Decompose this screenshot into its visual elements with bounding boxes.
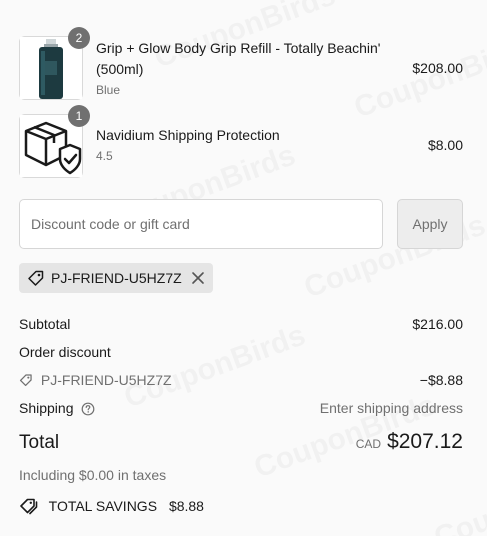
discount-code-row: PJ-FRIEND-U5HZ7Z −$8.88: [19, 372, 463, 388]
total-savings-value: $8.88: [168, 498, 204, 514]
item-name: Navidium Shipping Protection: [96, 127, 280, 143]
item-price: $208.00: [412, 60, 463, 76]
shipping-value: Enter shipping address: [319, 400, 463, 416]
line-item: 1 Navidium Shipping Protection 4.5 $8.00: [19, 105, 463, 178]
item-variant: 4.5: [96, 149, 113, 163]
discount-code-input[interactable]: [19, 199, 383, 249]
discount-amount: −$8.88: [419, 372, 463, 388]
subtotal-row: Subtotal $216.00: [19, 316, 463, 332]
product-thumbnail: 2: [19, 27, 90, 100]
apply-discount-button[interactable]: Apply: [397, 199, 463, 249]
quantity-badge: 1: [68, 105, 90, 127]
tag-icon: [19, 374, 32, 387]
subtotal-value: $216.00: [412, 316, 463, 332]
line-item: 2 Grip + Glow Body Grip Refill - Totally…: [19, 27, 463, 100]
savings-tag-icon: [20, 498, 38, 515]
applied-discount-tag: PJ-FRIEND-U5HZ7Z: [19, 263, 213, 293]
product-thumbnail: 1: [19, 105, 90, 178]
total-savings-row: TOTAL SAVINGS $8.88: [19, 497, 463, 515]
order-discount-label: Order discount: [19, 344, 111, 360]
subtotal-label: Subtotal: [19, 316, 71, 332]
order-discount-row: Order discount: [19, 344, 463, 360]
discount-code-label: PJ-FRIEND-U5HZ7Z: [40, 372, 172, 388]
help-circle-icon[interactable]: [81, 402, 95, 416]
total-value: $207.12: [387, 430, 463, 453]
shipping-label: Shipping: [19, 400, 74, 416]
applied-discount-code: PJ-FRIEND-U5HZ7Z: [51, 270, 182, 286]
shipping-row: Shipping Enter shipping address: [19, 400, 463, 416]
total-amount-group: CAD $207.12: [356, 430, 463, 454]
quantity-badge: 2: [68, 27, 90, 49]
total-savings-label: TOTAL SAVINGS: [48, 498, 158, 514]
item-price: $8.00: [427, 137, 463, 153]
total-row: Total CAD $207.12: [19, 430, 463, 458]
item-variant: Blue: [96, 83, 121, 97]
taxes-note: Including $0.00 in taxes: [19, 467, 167, 483]
total-label: Total: [19, 432, 60, 453]
item-name: Grip + Glow Body Grip Refill - Totally B…: [96, 40, 381, 77]
remove-discount-icon[interactable]: [191, 271, 205, 285]
currency-code: CAD: [355, 437, 382, 451]
tag-icon: [28, 270, 44, 286]
